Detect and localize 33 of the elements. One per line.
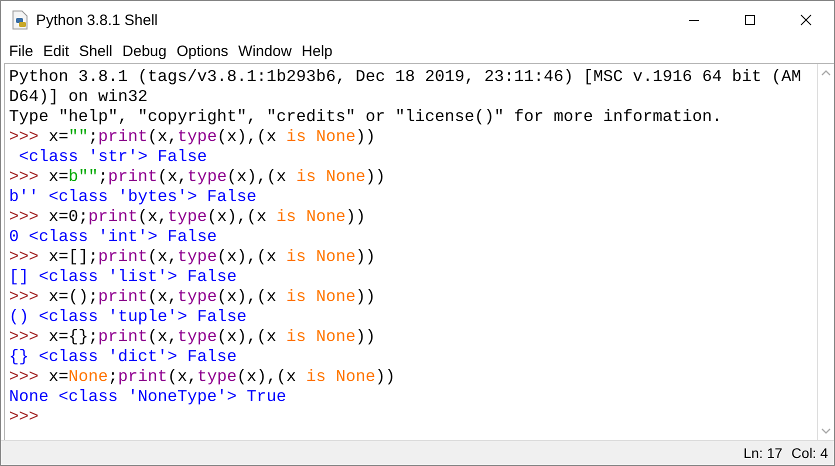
shell-line: >>> x=();print(x,type(x),(x is None)) bbox=[9, 287, 376, 307]
shell-line: () <class 'tuple'> False bbox=[9, 307, 248, 327]
line-number-status: Ln: 17 bbox=[743, 445, 782, 461]
shell-line: >>> x="";print(x,type(x),(x is None)) bbox=[9, 127, 376, 147]
shell-line: Python 3.8.1 (tags/v3.8.1:1b293b6, Dec 18 2019, 23:11:46) [MSC v.1916 64 bit (AM bbox=[9, 67, 802, 87]
menu-item[interactable]: File bbox=[5, 42, 38, 60]
menu-item[interactable]: Shell bbox=[75, 42, 116, 60]
scroll-down-icon[interactable] bbox=[821, 428, 831, 434]
window-title: Python 3.8.1 Shell bbox=[36, 12, 158, 28]
shell-line: >>> x={};print(x,type(x),(x is None)) bbox=[9, 327, 376, 347]
shell-line: b'' <class 'bytes'> False bbox=[9, 187, 258, 207]
menu-item[interactable]: Edit bbox=[39, 42, 74, 60]
shell-line: Type "help", "copyright", "credits" or "license()" for more information. bbox=[9, 107, 723, 127]
python-file-icon bbox=[11, 10, 29, 30]
shell-line: <class 'str'> False bbox=[18, 147, 208, 167]
shell-line: None <class 'NoneType'> True bbox=[9, 387, 288, 407]
close-icon bbox=[800, 14, 812, 26]
menu-item[interactable]: Window bbox=[234, 42, 296, 60]
shell-line: 0 <class 'int'> False bbox=[9, 227, 218, 247]
shell-line: >>> bbox=[9, 407, 40, 427]
shell-line: >>> x=None;print(x,type(x),(x is None)) bbox=[9, 367, 396, 387]
menu-item[interactable]: Help bbox=[298, 42, 337, 60]
maximize-icon bbox=[744, 14, 756, 26]
scroll-up-icon[interactable] bbox=[821, 70, 831, 76]
shell-line: >>> x=b"";print(x,type(x),(x is None)) bbox=[9, 167, 386, 187]
menu-item[interactable]: Debug bbox=[118, 42, 171, 60]
shell-line: >>> x=[];print(x,type(x),(x is None)) bbox=[9, 247, 376, 267]
shell-line: {} <class 'dict'> False bbox=[9, 347, 238, 367]
shell-line: D64)] on win32 bbox=[9, 87, 149, 107]
shell-line: [] <class 'list'> False bbox=[9, 267, 238, 287]
column-number-status: Col: 4 bbox=[791, 445, 828, 461]
menu-item[interactable]: Options bbox=[172, 42, 232, 60]
shell-line: >>> x=0;print(x,type(x),(x is None)) bbox=[9, 207, 366, 227]
